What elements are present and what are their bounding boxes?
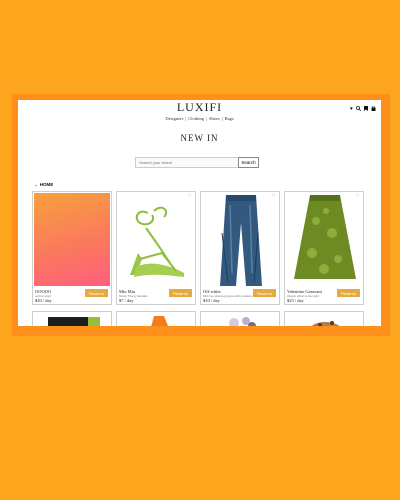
product-price: $7 / day [119, 298, 134, 303]
page-title: NEW IN [180, 133, 219, 143]
product-price: $20 / day [35, 298, 52, 303]
product-card[interactable] [116, 311, 196, 326]
reserve-button[interactable]: Reserve [253, 289, 276, 297]
reserve-button[interactable]: Reserve [85, 289, 108, 297]
heart-icon[interactable]: ♥ [350, 106, 353, 113]
product-card[interactable] [32, 311, 112, 326]
product-card[interactable]: ♡ Miu Miu Mode Thong Sandals $7 / day Re… [116, 191, 196, 305]
favorite-heart-icon[interactable]: ♡ [104, 193, 108, 199]
search-icon[interactable] [356, 106, 362, 113]
product-price: $25 / day [287, 298, 304, 303]
product-image[interactable] [286, 193, 362, 286]
product-image[interactable] [118, 193, 194, 286]
product-price: $10 / day [203, 298, 220, 303]
main-nav: Designers | Clothing | Shoes | Bags [18, 116, 381, 121]
nav-separator: | [185, 116, 187, 121]
favorite-heart-icon[interactable]: ♡ [188, 193, 192, 199]
product-image[interactable] [118, 313, 194, 326]
favorite-heart-icon[interactable]: ♡ [356, 193, 360, 199]
product-card[interactable]: ♡ Valentino Garavani classic effect H-li… [284, 191, 364, 305]
nav-item-bags[interactable]: Bags [225, 116, 234, 121]
nav-item-designers[interactable]: Designers [165, 116, 183, 121]
bag-icon[interactable] [371, 105, 376, 113]
product-image[interactable] [286, 313, 362, 326]
product-image[interactable] [34, 193, 110, 286]
bookmark-icon[interactable] [364, 106, 368, 113]
back-home-link[interactable]: ← HOME [34, 182, 53, 187]
product-card[interactable] [284, 311, 364, 326]
browser-screen: LUXIFI Designers | Clothing | Shoes | Bags ♥ N… [18, 100, 381, 326]
product-card[interactable] [200, 311, 280, 326]
nav-item-shoes[interactable]: Shoes [209, 116, 220, 121]
favorite-heart-icon[interactable]: ♡ [272, 193, 276, 199]
reserve-button[interactable]: Reserve [337, 289, 360, 297]
nav-separator: | [221, 116, 223, 121]
search-bar: Search [135, 157, 259, 168]
product-image[interactable] [202, 193, 278, 286]
search-button[interactable]: Search [238, 157, 259, 168]
reserve-button[interactable]: Reserve [169, 289, 192, 297]
product-image[interactable] [202, 313, 278, 326]
header-icons: ♥ [350, 105, 376, 113]
nav-item-clothing[interactable]: Clothing [188, 116, 204, 121]
nav-separator: | [206, 116, 207, 121]
search-input[interactable] [135, 157, 238, 168]
brand-logo[interactable]: LUXIFI [18, 100, 381, 115]
product-card[interactable]: ♡ Off-white Mid rise wide-leg pants with… [200, 191, 280, 305]
product-card[interactable]: ♡ OOOOO ombre scarf $20 / day Reserve [32, 191, 112, 305]
product-image[interactable] [34, 313, 110, 326]
